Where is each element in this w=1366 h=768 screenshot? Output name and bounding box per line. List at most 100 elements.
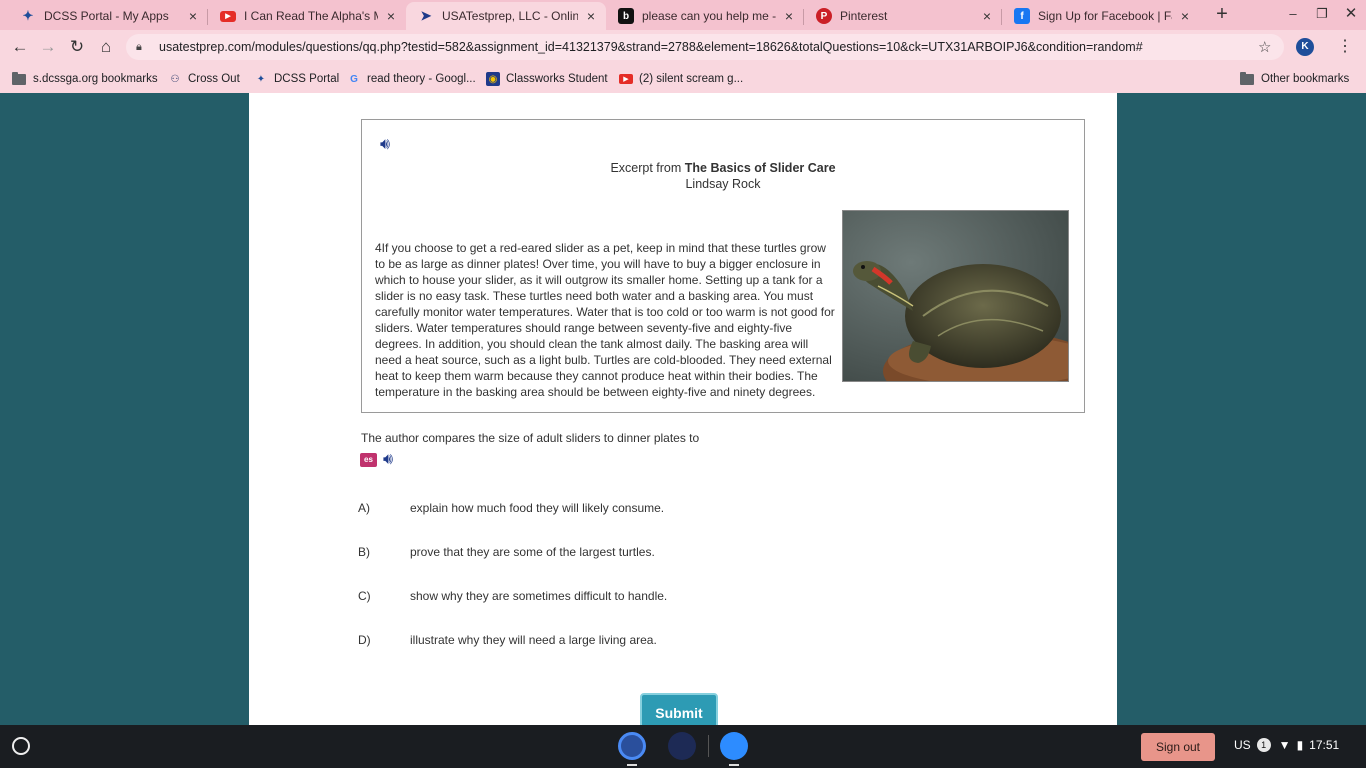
active-app-indicator [627, 764, 637, 766]
close-icon[interactable]: × [782, 8, 796, 24]
facebook-icon: f [1014, 8, 1030, 24]
pinterest-icon: P [816, 8, 832, 24]
sign-out-button[interactable]: Sign out [1141, 733, 1215, 761]
address-bar[interactable]: 🔒︎ usatestprep.com/modules/questions/qq.… [126, 34, 1284, 60]
close-icon[interactable]: × [186, 8, 200, 24]
choice-letter: B) [358, 545, 370, 559]
launcher-icon[interactable] [12, 737, 30, 755]
youtube-icon: ▶ [619, 74, 633, 84]
browser-menu-icon[interactable]: ⋮ [1336, 36, 1354, 58]
os-shelf: Sign out US 1 ▼ ▮ 17:51 [0, 725, 1366, 768]
passage-header: Excerpt from The Basics of Slider Care L… [362, 160, 1084, 192]
bookmark-classworks[interactable]: ◉ Classworks Student [486, 69, 608, 89]
chrome-app-icon[interactable] [618, 732, 646, 760]
tab-youtube[interactable]: ▶ I Can Read The Alpha's Mind × [208, 2, 406, 30]
bookmark-label: s.dcssga.org bookmarks [33, 73, 158, 85]
new-tab-button[interactable]: + [1212, 4, 1232, 26]
shelf-divider [708, 735, 709, 757]
choice-letter: A) [358, 501, 370, 515]
url-text[interactable]: usatestprep.com/modules/questions/qq.php… [159, 40, 1258, 54]
choice-text: explain how much food they will likely c… [410, 501, 665, 515]
tab-title: Sign Up for Facebook | Faceb [1038, 9, 1172, 23]
minimize-icon[interactable]: – [1285, 6, 1301, 22]
bookmark-star-icon[interactable]: ☆ [1258, 38, 1274, 56]
bookmark-cross-out[interactable]: ⚇ Cross Out [168, 69, 240, 89]
bookmark-dcss-portal[interactable]: ✦ DCSS Portal [254, 69, 339, 89]
zoom-app-icon[interactable] [720, 732, 748, 760]
bookmark-label: read theory - Googl... [367, 73, 476, 85]
spanish-translate-button[interactable]: es [360, 453, 377, 467]
dcss-portal-icon: ✦ [256, 73, 266, 85]
reload-icon[interactable]: ↻ [66, 36, 88, 58]
tab-usatestprep[interactable]: ➤ USATestprep, LLC - Online Sta × [406, 2, 606, 30]
forward-icon[interactable]: → [37, 36, 59, 58]
bookmark-label: (2) silent scream g... [639, 73, 744, 85]
choice-text: show why they are sometimes difficult to… [410, 589, 668, 603]
passage-title: The Basics of Slider Care [684, 161, 836, 175]
back-icon[interactable]: ← [9, 36, 31, 58]
question-tools: es 🔊︎ [360, 451, 393, 469]
battery-icon: ▮ [1296, 738, 1304, 752]
brainly-icon: b [618, 8, 634, 24]
tab-title: I Can Read The Alpha's Mind [244, 9, 378, 23]
tab-title: DCSS Portal - My Apps [44, 9, 169, 23]
home-icon[interactable]: ⌂ [95, 36, 117, 58]
passage-author: Lindsay Rock [685, 177, 761, 191]
passage-panel: 🔊︎ Excerpt from The Basics of Slider Car… [361, 119, 1085, 413]
close-icon[interactable]: × [980, 8, 994, 24]
choice-letter: C) [358, 589, 371, 603]
window-close-icon[interactable]: ✕ [1343, 6, 1359, 22]
question-page: 🔊︎ Excerpt from The Basics of Slider Car… [249, 93, 1117, 725]
close-icon[interactable]: × [1178, 8, 1192, 24]
close-icon[interactable]: × [584, 8, 598, 24]
active-app-indicator [729, 764, 739, 766]
submit-button[interactable]: Submit [640, 693, 718, 725]
close-icon[interactable]: × [384, 8, 398, 24]
bookmark-read-theory[interactable]: G read theory - Googl... [347, 69, 476, 89]
choice-text: prove that they are some of the largest … [410, 545, 655, 559]
answer-choice-b[interactable]: B) prove that they are some of the large… [358, 545, 655, 559]
answer-choice-d[interactable]: D) illustrate why they will need a large… [358, 633, 657, 647]
tab-brainly[interactable]: b please can you help me - Brai × [606, 2, 804, 30]
choice-letter: D) [358, 633, 371, 647]
classworks-icon: ◉ [486, 72, 500, 86]
restore-icon[interactable]: ❐ [1314, 6, 1330, 22]
lock-icon: 🔒︎ [136, 40, 142, 53]
status-tray[interactable]: US 1 ▼ ▮ 17:51 [1234, 738, 1339, 752]
folder-icon [1240, 71, 1254, 85]
keyboard-locale: US [1234, 738, 1251, 752]
tab-title: please can you help me - Brai [642, 9, 776, 23]
classworks-app-icon[interactable] [668, 732, 696, 760]
tab-pinterest[interactable]: P Pinterest × [804, 2, 1002, 30]
question-prompt: The author compares the size of adult sl… [361, 431, 700, 445]
folder-icon [12, 71, 26, 85]
clock: 17:51 [1309, 738, 1340, 752]
speaker-icon[interactable]: 🔊︎ [380, 136, 390, 154]
choice-text: illustrate why they will need a large li… [410, 633, 657, 647]
bookmark-youtube[interactable]: ▶ (2) silent scream g... [619, 69, 743, 89]
turtle-image [842, 210, 1069, 382]
bookmark-dcssga-folder[interactable]: s.dcssga.org bookmarks [12, 69, 158, 89]
tab-title: Pinterest [840, 9, 888, 23]
bookmark-label: Cross Out [188, 73, 240, 85]
bookmark-label: DCSS Portal [274, 73, 340, 85]
passage-text: 4If you choose to get a red-eared slider… [375, 241, 835, 399]
answer-choice-a[interactable]: A) explain how much food they will likel… [358, 501, 664, 515]
notification-badge: 1 [1256, 738, 1271, 752]
youtube-icon: ▶ [220, 10, 236, 22]
answer-choice-c[interactable]: C) show why they are sometimes difficult… [358, 589, 667, 603]
wifi-icon: ▼ [1278, 738, 1291, 752]
other-bookmarks[interactable]: Other bookmarks [1240, 69, 1349, 89]
speaker-icon[interactable]: 🔊︎ [383, 451, 393, 469]
profile-avatar[interactable]: K [1296, 38, 1314, 56]
dcss-portal-icon: ✦ [22, 8, 34, 23]
usatestprep-icon: ➤ [420, 8, 432, 23]
tab-facebook[interactable]: f Sign Up for Facebook | Faceb × [1002, 2, 1200, 30]
bookmark-label: Classworks Student [506, 73, 608, 85]
excerpt-prefix: Excerpt from [610, 161, 682, 175]
tab-dcss-portal[interactable]: ✦ DCSS Portal - My Apps × [8, 2, 208, 30]
browser-toolbar: ← → ↻ ⌂ 🔒︎ usatestprep.com/modules/quest… [0, 30, 1366, 64]
bookmark-label: Other bookmarks [1261, 73, 1350, 85]
browser-chrome: ✦ DCSS Portal - My Apps × ▶ I Can Read T… [0, 0, 1366, 93]
google-icon: G [350, 73, 358, 85]
